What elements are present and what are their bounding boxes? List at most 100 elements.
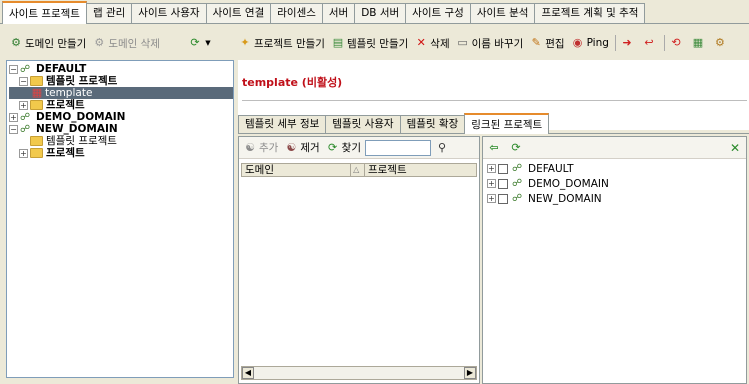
edit-button[interactable]: ✎ 편집 <box>529 36 565 51</box>
horizontal-scrollbar[interactable]: ◀ ▶ <box>241 366 477 380</box>
remove-link-label: 제거 <box>300 142 320 154</box>
layout-button[interactable]: ▦ <box>691 36 707 50</box>
rename-label: 이름 바꾸기 <box>471 37 524 50</box>
checkbox[interactable] <box>498 178 508 189</box>
tab-servers[interactable]: 서버 <box>321 3 356 23</box>
create-project-label: 프로젝트 만들기 <box>254 37 325 50</box>
tab-linked-projects[interactable]: 링크된 프로젝트 <box>464 113 550 134</box>
tree-node-label: DEFAULT <box>36 63 87 75</box>
folder-icon <box>30 148 43 158</box>
collapse-icon[interactable]: − <box>9 124 18 134</box>
scroll-right-icon[interactable]: ▶ <box>464 367 476 379</box>
tree-node-new-domain[interactable]: − ☍ NEW_DOMAIN <box>9 123 233 135</box>
tree-node-label: 프로젝트 <box>46 147 85 159</box>
delete-domain-button[interactable]: ⚙ 도메인 삭제 <box>92 36 160 51</box>
project-icon: ▦ <box>31 86 43 99</box>
checkbox[interactable] <box>498 163 508 174</box>
column-project[interactable]: 프로젝트 <box>365 164 476 176</box>
expand-icon[interactable]: + <box>487 194 496 203</box>
remove-link-button[interactable]: ☯ 제거 <box>284 140 319 155</box>
expand-icon[interactable]: + <box>9 112 18 122</box>
ping-label: Ping <box>586 37 609 49</box>
rename-button[interactable]: ▭ 이름 바꾸기 <box>456 36 524 51</box>
tab-project-planning[interactable]: 프로젝트 계획 및 추적 <box>534 3 646 23</box>
list-item[interactable]: + ☍ DEFAULT <box>483 161 746 176</box>
tab-site-connections[interactable]: 사이트 연결 <box>205 3 272 23</box>
ping-button[interactable]: ◉ Ping <box>571 36 609 50</box>
tree-node-projects[interactable]: + 프로젝트 <box>9 99 233 111</box>
toolbar-separator <box>663 35 665 51</box>
tools-menu-button[interactable]: ⚙ <box>713 36 729 50</box>
refresh-icon: ⟳ <box>190 36 200 49</box>
folder-icon <box>30 76 43 86</box>
back-button[interactable]: ↩ <box>642 36 658 50</box>
domain-label: NEW_DOMAIN <box>528 192 602 205</box>
linked-projects-pane: ☯ 추가 ☯ 제거 ⟳ 찾기 ⚲ 도메인 △ 프로젝트 ◀ ▶ <box>238 136 480 384</box>
sort-icon[interactable]: △ <box>351 164 365 176</box>
tree-node-demo-domain[interactable]: + ☍ DEMO_DOMAIN <box>9 111 233 123</box>
new-template-icon: ▤ <box>332 36 344 49</box>
tab-site-projects[interactable]: 사이트 프로젝트 <box>2 1 87 24</box>
tab-db-servers[interactable]: DB 서버 <box>354 3 407 23</box>
tab-site-users[interactable]: 사이트 사용자 <box>131 3 207 23</box>
back-arrow-icon: ↩ <box>644 36 654 49</box>
add-link-button[interactable]: ☯ 추가 <box>243 140 278 155</box>
column-domain[interactable]: 도메인 <box>242 164 352 176</box>
domains-toolbar: ⇦ ⟳ <box>483 137 746 159</box>
tree-node-label: 프로젝트 <box>46 99 85 111</box>
tree-node-label: template <box>45 87 93 99</box>
domain-icon: ☍ <box>20 111 31 123</box>
tab-site-analysis[interactable]: 사이트 분석 <box>469 3 536 23</box>
search-input[interactable] <box>364 139 431 156</box>
tree-node-template[interactable]: ▦ template <box>9 86 233 99</box>
domains-list: + ☍ DEFAULT + ☍ DEMO_DOMAIN + ☍ NEW_DOMA… <box>483 159 746 206</box>
tree-node-template-projects[interactable]: 템플릿 프로젝트 <box>9 135 233 147</box>
tree-node-default[interactable]: − ☍ DEFAULT <box>9 63 233 75</box>
tree-node-projects[interactable]: + 프로젝트 <box>9 147 233 159</box>
tab-template-extensions[interactable]: 템플릿 확장 <box>399 115 466 133</box>
link-button[interactable]: ➜ <box>620 36 636 50</box>
tools-icon: ⚙ <box>714 36 725 49</box>
list-item[interactable]: + ☍ NEW_DOMAIN <box>483 191 746 206</box>
tab-licenses[interactable]: 라이센스 <box>270 3 323 23</box>
main-tab-bar: 사이트 프로젝트 랩 관리 사이트 사용자 사이트 연결 라이센스 서버 DB … <box>0 0 749 24</box>
expand-icon[interactable]: + <box>19 100 28 110</box>
toolbar-separator <box>614 35 616 51</box>
tree-node-label: DEMO_DOMAIN <box>36 111 126 123</box>
expand-icon[interactable]: + <box>19 148 28 158</box>
close-icon[interactable]: ✕ <box>730 141 740 155</box>
delete-button[interactable]: ✕ 삭제 <box>414 36 450 51</box>
add-link-label: 추가 <box>259 142 279 154</box>
tab-site-config[interactable]: 사이트 구성 <box>405 3 471 23</box>
undo-button[interactable]: ⟲ <box>669 36 685 50</box>
find-button[interactable]: ⟳ 찾기 <box>326 140 361 155</box>
create-template-button[interactable]: ▤ 템플릿 만들기 <box>331 36 409 51</box>
collapse-icon[interactable]: − <box>9 64 18 74</box>
create-domain-icon: ⚙ <box>11 36 21 49</box>
expand-icon[interactable]: + <box>487 179 496 188</box>
domain-icon: ☍ <box>512 163 523 174</box>
create-project-button[interactable]: ✦ 프로젝트 만들기 <box>238 36 325 51</box>
link-project-button[interactable]: ⇦ <box>487 141 503 155</box>
create-template-label: 템플릿 만들기 <box>346 37 409 50</box>
scroll-left-icon[interactable]: ◀ <box>242 367 254 379</box>
domain-tree-panel: ⚙ 도메인 만들기 ⚙ 도메인 삭제 ⟳ ▼ − ☍ DEFAULT − 템플릿… <box>6 30 234 378</box>
find-label: 찾기 <box>341 142 361 154</box>
binoculars-icon[interactable]: ⚲ <box>435 141 449 155</box>
expand-icon[interactable]: + <box>487 164 496 173</box>
checkbox[interactable] <box>498 193 508 204</box>
tab-lab-management[interactable]: 랩 관리 <box>85 3 133 23</box>
refresh-menu-button[interactable]: ⟳ ▼ <box>188 36 214 50</box>
create-domain-label: 도메인 만들기 <box>25 37 87 50</box>
delete-domain-icon: ⚙ <box>94 36 105 49</box>
tree-node-label: NEW_DOMAIN <box>36 123 118 135</box>
refresh-domains-button[interactable]: ⟳ <box>509 141 525 155</box>
folder-icon <box>30 100 43 110</box>
tab-template-users[interactable]: 템플릿 사용자 <box>325 115 401 133</box>
collapse-icon[interactable]: − <box>19 76 28 86</box>
tree-node-label: 템플릿 프로젝트 <box>46 75 118 87</box>
title-divider <box>242 100 747 101</box>
tab-template-details[interactable]: 템플릿 세부 정보 <box>238 115 327 133</box>
create-domain-button[interactable]: ⚙ 도메인 만들기 <box>9 36 86 51</box>
list-item[interactable]: + ☍ DEMO_DOMAIN <box>483 176 746 191</box>
